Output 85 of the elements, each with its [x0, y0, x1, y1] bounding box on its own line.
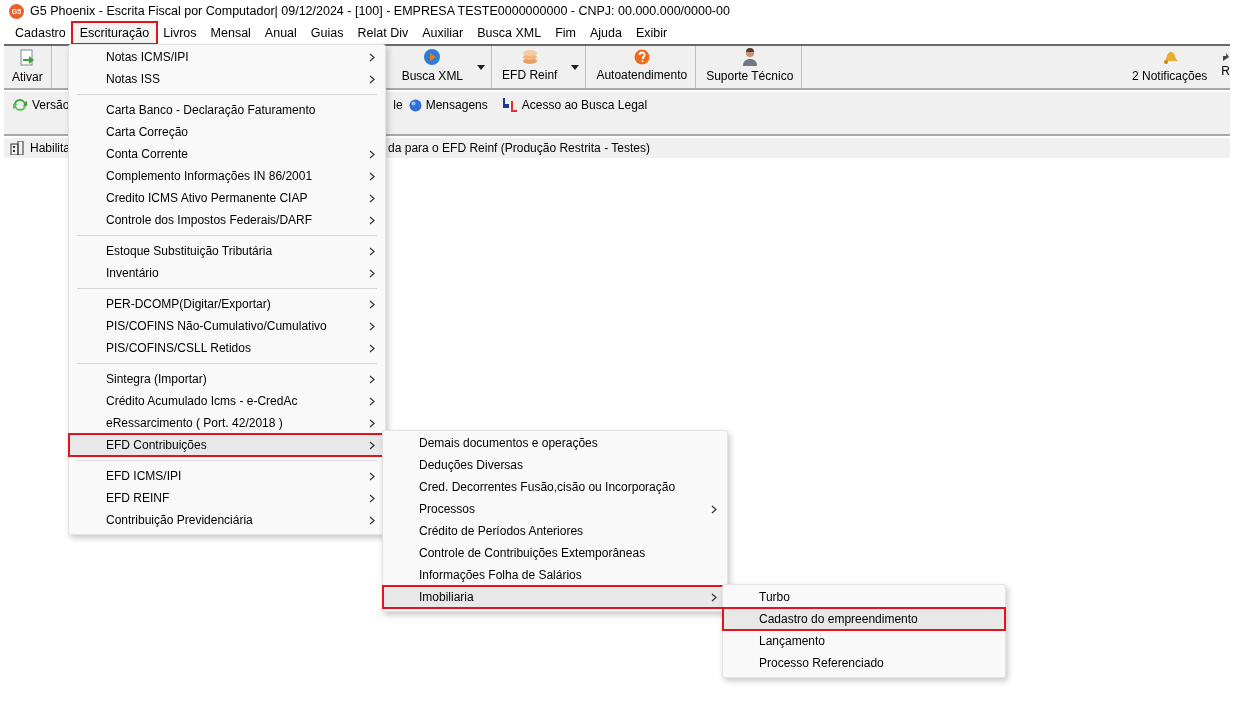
menu-item[interactable]: Controle dos Impostos Federais/DARF: [69, 209, 385, 231]
menu-item[interactable]: Complemento Informações IN 86/2001: [69, 165, 385, 187]
menu-item[interactable]: eRessarcimento ( Port. 42/2018 ): [69, 412, 385, 434]
menu-item[interactable]: Crédito Acumulado Icms - e-CredAc: [69, 390, 385, 412]
menu-bar-item[interactable]: Anual: [257, 23, 304, 43]
chevron-right-icon: [369, 418, 375, 428]
chevron-right-icon: [369, 396, 375, 406]
menu-item[interactable]: Informações Folha de Salários: [383, 564, 727, 586]
menu-item[interactable]: PIS/COFINS Não-Cumulativo/Cumulativo: [69, 315, 385, 337]
chevron-right-icon: [369, 268, 375, 278]
menu-item[interactable]: PER-DCOMP(Digitar/Exportar): [69, 293, 385, 315]
menu-bar-item[interactable]: Relat Div: [350, 23, 416, 43]
menu-item[interactable]: Sintegra (Importar): [69, 368, 385, 390]
chevron-right-icon: [369, 149, 375, 159]
chevron-right-icon: [369, 471, 375, 481]
menu-item[interactable]: Inventário: [69, 262, 385, 284]
menu-bar-item[interactable]: Livros: [156, 23, 204, 43]
chevron-right-icon: [369, 171, 375, 181]
menu-item[interactable]: Cadastro do empreendimento: [723, 608, 1005, 630]
chevron-right-icon: [369, 193, 375, 203]
menu-bar-item[interactable]: Busca XML: [470, 23, 549, 43]
chevron-right-icon: [711, 504, 717, 514]
menu-bar-item[interactable]: Escrituração: [72, 23, 157, 43]
chevron-right-icon: [369, 52, 375, 62]
toolbar-link[interactable]: Mensagens: [408, 98, 488, 112]
toolbar-link[interactable]: Versão: [12, 98, 70, 112]
menu-item[interactable]: Notas ISS: [69, 68, 385, 90]
toolbar-button[interactable]: Autoatendimento: [586, 48, 696, 86]
chevron-right-icon: [369, 374, 375, 384]
menu-item[interactable]: Processo Referenciado: [723, 652, 1005, 674]
chevron-right-icon: [369, 246, 375, 256]
caret-down-icon[interactable]: [477, 64, 486, 70]
menu-item[interactable]: Crédito de Períodos Anteriores: [383, 520, 727, 542]
chevron-right-icon: [369, 493, 375, 503]
menu-item[interactable]: Cred. Decorrentes Fusão,cisão ou Incorporação: [383, 476, 727, 498]
coins-icon: [520, 48, 539, 65]
menu-item[interactable]: Conta Corrente: [69, 143, 385, 165]
chevron-right-icon: [369, 321, 375, 331]
toolbar-button[interactable]: Ativar: [4, 46, 52, 88]
toolbar-button[interactable]: Suporte Técnico: [696, 47, 802, 87]
status-text: da para o EFD Reinf (Produção Restrita - Testes): [388, 141, 650, 155]
person-icon: [741, 47, 758, 66]
toolbar-button[interactable]: R: [1213, 52, 1230, 82]
window-title: G5 Phoenix - Escrita Fiscal por Computador| 09/12/2024 - [100] - EMPRESA TESTE0000000000 - CNPJ: 00.000.000/0000-00: [30, 4, 730, 18]
chevron-right-icon: [369, 299, 375, 309]
toolbar-button[interactable]: EFD Reinf: [492, 48, 566, 86]
chevron-right-icon: [369, 343, 375, 353]
menu-item[interactable]: Demais documentos e operações: [383, 432, 727, 454]
chevron-right-icon: [369, 440, 375, 450]
menu-bar-item[interactable]: Auxiliar: [415, 23, 471, 43]
menu-item[interactable]: PIS/COFINS/CSLL Retidos: [69, 337, 385, 359]
chevron-right-icon: [369, 74, 375, 84]
sphere-icon: [408, 98, 422, 112]
caret-down-icon[interactable]: [571, 64, 580, 70]
menu-item[interactable]: EFD ICMS/IPI: [69, 465, 385, 487]
menu-bar-item[interactable]: Exibir: [628, 23, 675, 43]
menu-item[interactable]: EFD Contribuições: [69, 434, 385, 456]
toolbar-link[interactable]: le: [393, 98, 403, 112]
menu-bar-item[interactable]: Mensal: [203, 23, 258, 43]
logo-icon: [501, 98, 518, 112]
menu-item[interactable]: Carta Correção: [69, 121, 385, 143]
menu-item[interactable]: Notas ICMS/IPI: [69, 46, 385, 68]
menu-bar-item[interactable]: Cadastro: [8, 23, 73, 43]
refresh-icon: [12, 98, 28, 112]
toolbar-link[interactable]: Acesso ao Busca Legal: [501, 98, 648, 112]
chevron-right-icon: [711, 592, 717, 602]
menu-bar-item[interactable]: Ajuda: [582, 23, 629, 43]
building-icon: [10, 141, 24, 155]
toolbar-button[interactable]: 2 Notificações: [1123, 47, 1214, 87]
help-circle-icon: [633, 48, 650, 65]
arrow-icon: [1222, 52, 1229, 61]
menu-item[interactable]: Deduções Diversas: [383, 454, 727, 476]
menu-item[interactable]: Lançamento: [723, 630, 1005, 652]
toolbar-button[interactable]: Busca XML: [391, 47, 472, 87]
menu-item[interactable]: Processos: [383, 498, 727, 520]
menu-item[interactable]: Controle de Contribuições Extemporâneas: [383, 542, 727, 564]
menu-item[interactable]: Credito ICMS Ativo Permanente CIAP: [69, 187, 385, 209]
menu-bar-item[interactable]: Guias: [303, 23, 351, 43]
chevron-right-icon: [369, 515, 375, 525]
chevron-right-icon: [369, 215, 375, 225]
menu-item[interactable]: Contribuição Previdenciária: [69, 509, 385, 531]
menu-item[interactable]: Carta Banco - Declaração Faturamento: [69, 99, 385, 121]
menu-item[interactable]: EFD REINF: [69, 487, 385, 509]
menu-bar-item[interactable]: Fim: [548, 23, 583, 43]
menu-item[interactable]: Estoque Substituição Tributária: [69, 240, 385, 262]
